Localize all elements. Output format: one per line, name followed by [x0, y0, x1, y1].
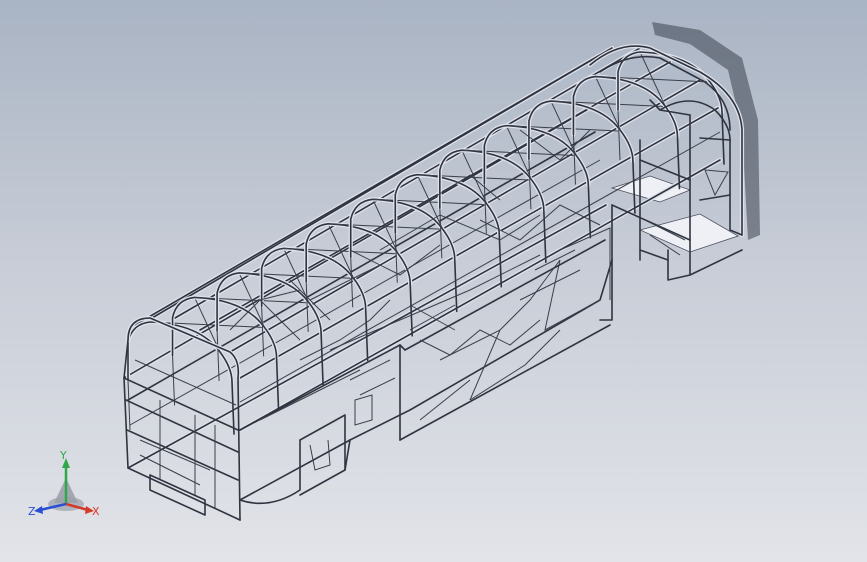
inner-pillar [617, 109, 621, 161]
triad-y-label: Y [59, 449, 67, 462]
graphics-viewport[interactable]: Y X Z [0, 0, 867, 562]
side-pillar [498, 233, 503, 288]
side-pillar [676, 135, 681, 190]
inner-pillar [216, 330, 220, 381]
side-pillar [587, 184, 592, 239]
side-pillar [409, 283, 413, 337]
triad-x-label: X [92, 505, 100, 518]
bus-frame-model[interactable] [0, 0, 867, 562]
side-pillar [453, 258, 458, 313]
inner-pillar [572, 134, 576, 185]
side-pillar [632, 160, 636, 214]
triad-z-label: Z [28, 505, 36, 518]
floor-panel-cab [638, 213, 739, 253]
side-pillar [231, 381, 235, 435]
inner-pillar [172, 355, 176, 406]
side-pillar [320, 332, 324, 386]
inner-pillar [483, 183, 487, 234]
inner-pillar [127, 379, 131, 431]
inner-pillar [528, 159, 532, 210]
frame-structure [121, 43, 745, 521]
side-pillar [275, 356, 280, 411]
reference-triad[interactable]: Y X Z [26, 448, 106, 523]
